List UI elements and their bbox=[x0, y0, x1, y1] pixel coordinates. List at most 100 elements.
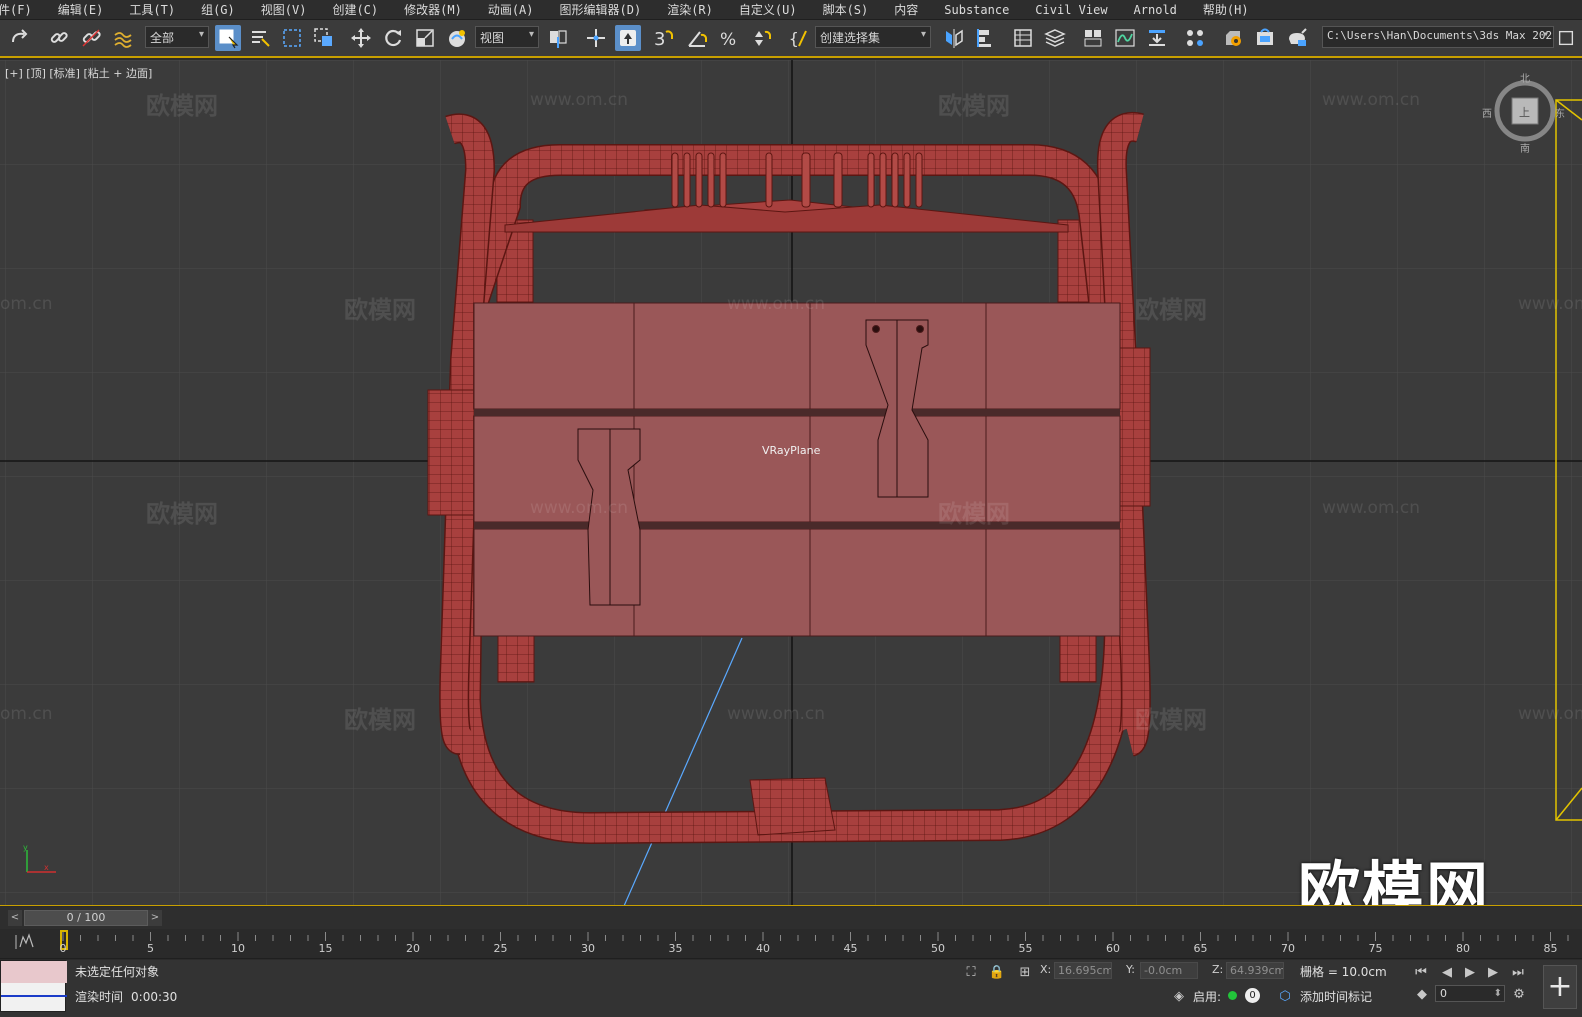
isolate-selection-icon[interactable]: ⛶ bbox=[962, 963, 980, 981]
angle-snap-icon[interactable] bbox=[684, 25, 710, 51]
keyboard-shortcut-override-icon[interactable] bbox=[615, 25, 641, 51]
watermark-url: www.om.cn bbox=[530, 90, 629, 110]
pivot-center-icon[interactable] bbox=[545, 25, 571, 51]
watermark-text: 欧模网 bbox=[938, 500, 1010, 528]
material-editor-icon[interactable] bbox=[1182, 25, 1208, 51]
menu-item-4[interactable]: 视图(V) bbox=[248, 0, 320, 20]
menu-item-0[interactable]: 文件(F) bbox=[0, 0, 45, 20]
selection-cube-icon[interactable]: ⬡ bbox=[1276, 987, 1294, 1005]
layer-explorer-icon[interactable] bbox=[1042, 25, 1068, 51]
object-name-label: VRayPlane bbox=[762, 444, 821, 457]
add-time-tag-button[interactable]: 添加时间标记 bbox=[1300, 988, 1372, 1005]
watermark-url: www.om.cn bbox=[727, 294, 826, 314]
place-icon[interactable] bbox=[444, 25, 470, 51]
go-to-start-icon[interactable]: ⏮ bbox=[1412, 963, 1430, 981]
next-frame-arrow-icon[interactable]: > bbox=[148, 910, 162, 926]
menu-item-12[interactable]: 内容 bbox=[881, 0, 931, 20]
link-icon[interactable] bbox=[46, 25, 72, 51]
selection-status-text: 未选定任何对象 bbox=[75, 965, 160, 979]
rotate-icon[interactable] bbox=[380, 25, 406, 51]
viewcube-east[interactable]: 东 bbox=[1555, 105, 1565, 120]
schematic-view-icon[interactable] bbox=[1144, 25, 1170, 51]
absolute-mode-icon[interactable]: ⊞ bbox=[1016, 963, 1034, 981]
window-crossing-icon[interactable] bbox=[311, 25, 337, 51]
viewcube-top-face[interactable]: 上 bbox=[1519, 104, 1530, 120]
timeline-tick-label: 30 bbox=[581, 942, 595, 955]
viewport-label-menu[interactable]: [+] [顶] [标准] [粘土 + 边面] bbox=[5, 65, 152, 81]
redo-icon[interactable] bbox=[6, 25, 32, 51]
next-key-icon[interactable]: ▶ bbox=[1484, 963, 1502, 981]
menu-item-14[interactable]: Civil View bbox=[1022, 0, 1120, 20]
viewcube-south[interactable]: 南 bbox=[1520, 140, 1530, 155]
scale-icon[interactable] bbox=[412, 25, 438, 51]
edit-named-selection-icon[interactable]: { bbox=[786, 25, 812, 51]
time-configuration-icon[interactable]: ⚙ bbox=[1510, 985, 1528, 1003]
timeline-tick-label: 55 bbox=[1018, 942, 1033, 955]
render-setup-icon[interactable] bbox=[1220, 25, 1246, 51]
render-production-icon[interactable] bbox=[1284, 25, 1310, 51]
menu-item-15[interactable]: Arnold bbox=[1121, 0, 1190, 20]
timeline-tick-label: 10 bbox=[231, 942, 245, 955]
watermark-text: 欧模网 bbox=[146, 92, 218, 120]
move-icon[interactable] bbox=[348, 25, 374, 51]
watermark-url-fragment: om.cn bbox=[0, 294, 53, 314]
menu-item-6[interactable]: 修改器(M) bbox=[391, 0, 475, 20]
enable-status-dot[interactable] bbox=[1228, 991, 1237, 1000]
menu-item-16[interactable]: 帮助(H) bbox=[1190, 0, 1262, 20]
menu-item-13[interactable]: Substance bbox=[931, 0, 1022, 20]
menu-item-9[interactable]: 渲染(R) bbox=[654, 0, 726, 20]
go-to-end-icon[interactable]: ⏭ bbox=[1509, 963, 1527, 981]
reference-coordinate-dropdown[interactable]: 视图 bbox=[475, 26, 539, 48]
viewcube-north[interactable]: 北 bbox=[1520, 70, 1530, 85]
toggle-ribbon-icon[interactable] bbox=[1080, 25, 1106, 51]
unlink-icon[interactable] bbox=[78, 25, 104, 51]
viewport-navigation-add-icon[interactable]: + bbox=[1543, 965, 1577, 1009]
menu-item-8[interactable]: 图形编辑器(D) bbox=[547, 0, 655, 20]
viewport-scene[interactable]: y x bbox=[0, 60, 1582, 906]
trackbar[interactable]: 0 5 10 15 20 25 30 35 40 45 50 55 60 65 70 75 80 85 bbox=[0, 929, 1582, 959]
top-viewport[interactable]: y x [+] [顶] [标准] [粘土 + 边面] VRayPlane 欧模网… bbox=[0, 60, 1582, 906]
spinner-snap-icon[interactable] bbox=[748, 25, 774, 51]
time-slider[interactable]: 0 / 100 bbox=[24, 910, 148, 926]
curve-editor-icon[interactable] bbox=[1112, 25, 1138, 51]
viewcube-west[interactable]: 西 bbox=[1482, 105, 1492, 120]
scene-explorer-icon[interactable] bbox=[1010, 25, 1036, 51]
rendered-frame-window-icon[interactable] bbox=[1252, 25, 1278, 51]
menu-item-11[interactable]: 脚本(S) bbox=[810, 0, 882, 20]
named-selection-set-dropdown[interactable]: 创建选择集 bbox=[815, 26, 931, 48]
maxscript-mini-listener[interactable] bbox=[0, 960, 67, 1012]
timeline-tick-label: 80 bbox=[1456, 942, 1470, 955]
align-icon[interactable] bbox=[973, 25, 999, 51]
y-coordinate-field[interactable]: -0.0cm bbox=[1140, 962, 1198, 979]
menu-item-5[interactable]: 创建(C) bbox=[319, 0, 391, 20]
project-folder-path-dropdown[interactable]: C:\Users\Han\Documents\3ds Max 2022 bbox=[1322, 26, 1554, 48]
selection-filter-dropdown[interactable]: 全部 bbox=[145, 26, 209, 48]
selection-lock-icon[interactable]: 🔒 bbox=[988, 963, 1006, 981]
adaptive-degradation-icon[interactable]: ◈ bbox=[1170, 987, 1188, 1005]
rectangular-selection-icon[interactable] bbox=[279, 25, 305, 51]
current-frame-field[interactable]: 0 bbox=[1435, 985, 1505, 1002]
play-icon[interactable]: ▶ bbox=[1461, 963, 1479, 981]
menu-item-2[interactable]: 工具(T) bbox=[116, 0, 188, 20]
project-folder-icon[interactable] bbox=[1556, 25, 1576, 51]
percent-snap-icon[interactable]: % bbox=[716, 25, 742, 51]
timeline-tick-label: 70 bbox=[1281, 942, 1295, 955]
z-coordinate-field[interactable]: 64.939cm bbox=[1226, 962, 1284, 979]
bind-space-warp-icon[interactable] bbox=[110, 25, 136, 51]
menu-item-10[interactable]: 自定义(U) bbox=[726, 0, 810, 20]
snaps-toggle-icon[interactable]: 3 bbox=[650, 25, 676, 51]
select-object-icon[interactable] bbox=[215, 25, 241, 51]
menu-item-1[interactable]: 编辑(E) bbox=[45, 0, 117, 20]
previous-frame-arrow-icon[interactable]: < bbox=[8, 910, 22, 926]
select-manipulate-icon[interactable] bbox=[583, 25, 609, 51]
select-by-name-icon[interactable] bbox=[247, 25, 273, 51]
x-coordinate-field[interactable]: 16.695cm bbox=[1054, 962, 1112, 979]
menu-item-7[interactable]: 动画(A) bbox=[475, 0, 547, 20]
previous-key-icon[interactable]: ◀ bbox=[1438, 963, 1456, 981]
timeline-tick-label: 65 bbox=[1193, 942, 1208, 955]
render-time-label: 渲染时间 bbox=[75, 990, 124, 1004]
key-mode-toggle-icon[interactable]: ◆ bbox=[1413, 985, 1431, 1003]
mirror-icon[interactable] bbox=[941, 25, 967, 51]
viewcube[interactable]: 北 南 西 东 上 bbox=[1482, 74, 1565, 155]
menu-item-3[interactable]: 组(G) bbox=[188, 0, 248, 20]
